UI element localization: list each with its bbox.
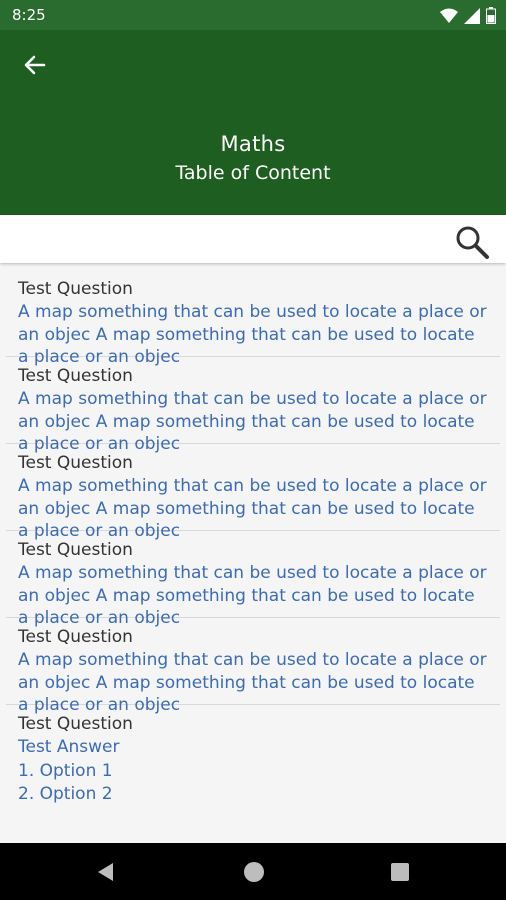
search-input[interactable] bbox=[10, 221, 434, 259]
search-icon bbox=[456, 226, 489, 259]
nav-home-button[interactable] bbox=[239, 857, 269, 887]
question-text: Test Question bbox=[18, 279, 133, 299]
list-item[interactable]: Test Question A map something that can b… bbox=[6, 270, 500, 367]
option-text: 2. Option 2 bbox=[18, 784, 113, 804]
question-text: Test Question bbox=[18, 540, 133, 560]
arrow-left-icon bbox=[24, 55, 46, 75]
battery-icon bbox=[486, 7, 496, 24]
cellular-signal-icon bbox=[464, 7, 480, 24]
triangle-back-icon bbox=[98, 863, 113, 881]
list-item[interactable]: Test Question A map something that can b… bbox=[6, 618, 500, 715]
question-text: Test Question bbox=[18, 627, 133, 647]
navigation-bar bbox=[0, 843, 506, 900]
status-time: 8:25 bbox=[12, 6, 46, 24]
list-item[interactable]: Test Question A map something that can b… bbox=[6, 444, 500, 541]
list-item[interactable]: Test Question Test Answer 1. Option 1 2.… bbox=[6, 705, 500, 808]
page-title: Maths bbox=[220, 132, 286, 156]
circle-home-icon bbox=[244, 862, 264, 882]
wifi-icon bbox=[440, 8, 458, 23]
question-text: Test Question bbox=[18, 453, 133, 473]
nav-recents-button[interactable] bbox=[385, 857, 415, 887]
page-subtitle: Table of Content bbox=[175, 162, 331, 184]
app-bar: Maths Table of Content bbox=[0, 30, 506, 215]
back-button[interactable] bbox=[20, 50, 50, 80]
question-text: Test Question bbox=[18, 714, 133, 734]
list-item[interactable]: Test Question A map something that can b… bbox=[6, 531, 500, 628]
status-icons bbox=[440, 7, 496, 24]
answer-text: Test Answer bbox=[18, 737, 120, 757]
option-text: 1. Option 1 bbox=[18, 760, 113, 781]
square-recents-icon bbox=[391, 863, 409, 881]
status-bar: 8:25 bbox=[0, 0, 506, 30]
search-bar bbox=[0, 215, 506, 263]
list-item[interactable]: Test Question A map something that can b… bbox=[6, 357, 500, 454]
nav-back-button[interactable] bbox=[92, 857, 122, 887]
content-list: Test Question A map something that can b… bbox=[0, 270, 506, 843]
question-text: Test Question bbox=[18, 366, 133, 386]
search-button[interactable] bbox=[454, 224, 490, 260]
